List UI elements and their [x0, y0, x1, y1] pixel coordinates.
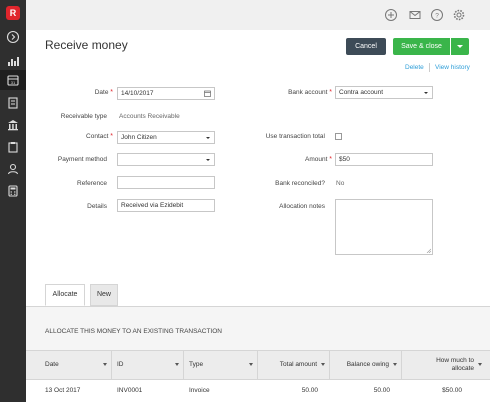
- receipt-icon[interactable]: [6, 96, 20, 110]
- chevron-down-icon: [424, 92, 428, 94]
- date-field[interactable]: 14/10/2017: [117, 87, 215, 100]
- mail-icon[interactable]: [408, 8, 422, 22]
- allocation-section-title: ALLOCATE THIS MONEY TO AN EXISTING TRANS…: [45, 328, 222, 335]
- page-title: Receive money: [45, 38, 128, 52]
- save-close-button[interactable]: Save & close: [393, 38, 450, 55]
- bank-reconciled-label: Bank reconciled?: [275, 180, 325, 187]
- column-header-type[interactable]: Type: [184, 351, 258, 379]
- column-header-total-amount[interactable]: Total amount: [258, 351, 330, 379]
- settings-icon[interactable]: [452, 8, 466, 22]
- payment-method-label: Payment method: [57, 156, 107, 163]
- chevron-down-icon[interactable]: [393, 363, 397, 366]
- contact-label: Contact *: [86, 133, 113, 140]
- help-icon[interactable]: ?: [430, 8, 444, 22]
- allocation-notes-label: Allocation notes: [279, 203, 325, 210]
- receivable-type-value: Accounts Receivable: [119, 113, 180, 120]
- bank-reconciled-value: No: [336, 180, 345, 187]
- sidebar: R 31: [0, 0, 26, 402]
- use-transaction-total-label: Use transaction total: [265, 133, 325, 140]
- contacts-icon[interactable]: [6, 162, 20, 176]
- add-icon[interactable]: [384, 8, 398, 22]
- chevron-right-circle-icon[interactable]: [6, 30, 20, 44]
- delete-link[interactable]: Delete: [405, 64, 424, 71]
- reference-label: Reference: [77, 180, 107, 187]
- allocation-notes-textarea[interactable]: [335, 199, 433, 255]
- chevron-down-icon[interactable]: [103, 363, 107, 366]
- view-history-link[interactable]: View history: [435, 64, 470, 71]
- bank-icon[interactable]: [6, 118, 20, 132]
- chevron-down-icon[interactable]: [478, 363, 482, 366]
- chevron-down-icon[interactable]: [175, 363, 179, 366]
- details-label: Details: [87, 203, 107, 210]
- row-total-amount: 50.00: [301, 387, 318, 394]
- svg-text:31: 31: [11, 80, 16, 85]
- column-header-balance-owing[interactable]: Balance owing: [330, 351, 402, 379]
- use-transaction-total-checkbox[interactable]: [335, 133, 342, 140]
- date-label: Date *: [94, 89, 113, 96]
- bank-account-select[interactable]: Contra account: [335, 86, 433, 99]
- cancel-button[interactable]: Cancel: [346, 38, 386, 55]
- save-options-dropdown-button[interactable]: [451, 38, 469, 55]
- chevron-down-icon: [206, 137, 210, 139]
- chevron-down-icon[interactable]: [249, 363, 253, 366]
- table-row[interactable]: 13 Oct 2017 INV0001 Invoice 50.00 50.00 …: [26, 380, 490, 402]
- bar-chart-icon[interactable]: [6, 54, 20, 68]
- tabs-divider: [26, 306, 490, 307]
- amount-label: Amount *: [305, 156, 332, 163]
- calculator-icon[interactable]: [6, 184, 20, 198]
- row-type: Invoice: [189, 387, 210, 394]
- receivable-type-label: Receivable type: [60, 113, 107, 120]
- row-date: 13 Oct 2017: [45, 387, 81, 394]
- reference-input[interactable]: [117, 176, 215, 189]
- row-allocate-amount[interactable]: $50.00: [402, 380, 462, 402]
- chevron-down-icon: [206, 159, 210, 161]
- column-header-id[interactable]: ID: [112, 351, 184, 379]
- bank-account-label: Bank account *: [288, 89, 332, 96]
- top-bar: ?: [26, 0, 490, 30]
- resize-handle-icon[interactable]: [426, 248, 431, 253]
- tab-new[interactable]: New: [90, 284, 118, 306]
- tab-allocate[interactable]: Allocate: [45, 284, 85, 306]
- row-id: INV0001: [117, 387, 143, 394]
- calendar-icon[interactable]: 31: [6, 73, 20, 87]
- column-header-date[interactable]: Date: [26, 351, 112, 379]
- row-balance-owing: 50.00: [373, 387, 390, 394]
- clipboard-icon[interactable]: [6, 140, 20, 154]
- payment-method-select[interactable]: [117, 153, 215, 166]
- svg-text:?: ?: [435, 12, 439, 19]
- amount-input[interactable]: $50: [335, 153, 433, 166]
- link-divider: [429, 63, 430, 72]
- app-logo[interactable]: R: [6, 6, 20, 20]
- details-input[interactable]: Received via Ezidebit: [117, 199, 215, 212]
- chevron-down-icon[interactable]: [321, 363, 325, 366]
- contact-select[interactable]: John Citizen: [117, 131, 215, 144]
- column-header-how-much-to-allocate[interactable]: How much to allocate: [402, 351, 486, 379]
- allocation-table-header: Date ID Type Total amount Balance owing …: [26, 350, 490, 380]
- calendar-icon[interactable]: [204, 90, 211, 97]
